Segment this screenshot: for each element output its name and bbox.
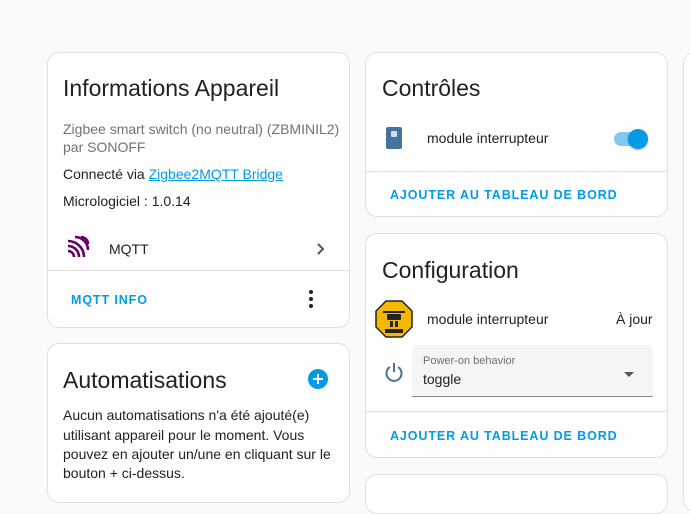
controls-card: Contrôles module interrupteur AJOUTER AU… (365, 52, 668, 217)
card-divider (48, 270, 349, 271)
entity-toggle-switch[interactable] (612, 128, 650, 150)
light-switch-icon (385, 126, 403, 155)
bridge-link[interactable]: Zigbee2MQTT Bridge (149, 166, 283, 182)
add-automation-icon[interactable] (308, 369, 328, 394)
automations-empty-line1: Aucun automatisations n'a été ajouté(e) (63, 407, 310, 423)
toggle-knob (628, 129, 648, 149)
integration-row[interactable]: MQTT (48, 229, 349, 269)
configuration-title: Configuration (382, 257, 519, 283)
device-manufacturer: par SONOFF (63, 139, 146, 155)
select-value: toggle (423, 371, 462, 387)
chevron-right-icon (311, 240, 329, 263)
mqtt-icon (66, 235, 90, 264)
power-icon (384, 362, 404, 389)
select-label: Power-on behavior (423, 355, 516, 367)
add-to-dashboard-button[interactable]: AJOUTER AU TABLEAU DE BORD (390, 188, 618, 202)
power-on-behavior-select[interactable]: Power-on behavior toggle (412, 345, 653, 397)
dropdown-arrow-icon (623, 366, 635, 384)
connected-via-label: Connecté via (63, 166, 149, 182)
automations-empty-line4: bouton + ci-dessus. (63, 465, 185, 481)
automations-title: Automatisations (63, 367, 227, 393)
automations-card: Automatisations Aucun automatisations n'… (47, 343, 350, 503)
firmware-version: Micrologiciel : 1.0.14 (63, 193, 191, 209)
automations-empty-line3: pouvez en ajouter un/une en cliquant sur… (63, 446, 331, 462)
more-vert-icon[interactable] (302, 287, 320, 316)
device-info-title: Informations Appareil (63, 75, 280, 101)
configuration-card: Configuration module interrupteur À jour… (365, 233, 668, 458)
controls-title: Contrôles (382, 75, 481, 101)
card-divider (366, 411, 667, 412)
device-info-card: Informations Appareil Zigbee smart switc… (47, 52, 350, 328)
switch-entity-row[interactable]: module interrupteur (366, 123, 667, 155)
card-divider (366, 171, 667, 172)
side-card-partial (683, 52, 690, 512)
add-to-dashboard-button[interactable]: AJOUTER AU TABLEAU DE BORD (390, 429, 618, 443)
integration-label: MQTT (109, 241, 149, 257)
update-status: À jour (616, 311, 653, 327)
next-card-partial (365, 474, 668, 514)
device-model: Zigbee smart switch (no neutral) (ZBMINI… (63, 121, 340, 137)
automations-empty-line2: utilisant appareil pour le moment. Vous (63, 427, 305, 443)
update-entity-name: module interrupteur (427, 311, 549, 327)
switch-entity-name: module interrupteur (427, 130, 549, 146)
update-entity-row[interactable]: module interrupteur À jour (366, 299, 667, 338)
mqtt-update-badge-icon (375, 300, 413, 343)
mqtt-info-button[interactable]: MQTT INFO (71, 293, 148, 307)
connected-via: Connecté via Zigbee2MQTT Bridge (63, 166, 283, 182)
